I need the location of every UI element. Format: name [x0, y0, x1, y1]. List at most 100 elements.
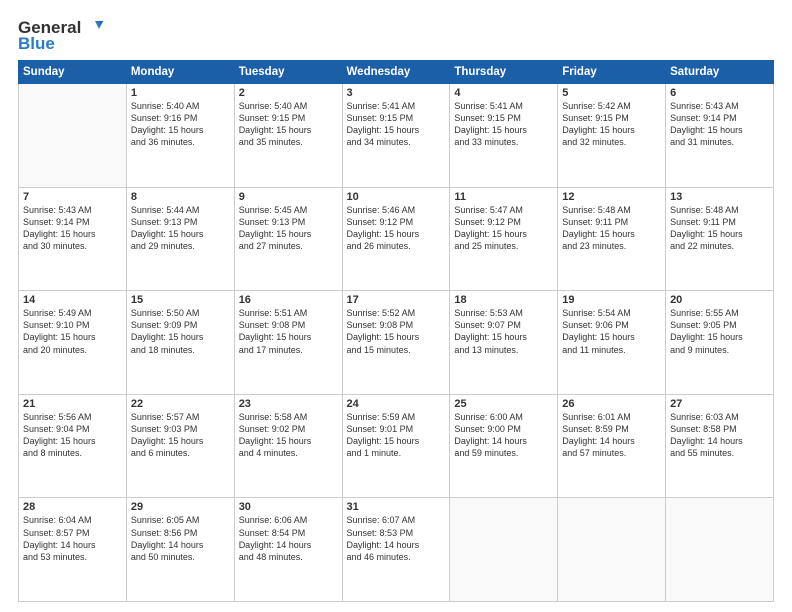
- weekday-header: Thursday: [450, 61, 558, 84]
- day-number: 2: [239, 87, 338, 99]
- cell-info: Sunrise: 5:53 AM Sunset: 9:07 PM Dayligh…: [454, 307, 553, 356]
- calendar-week-row: 1Sunrise: 5:40 AM Sunset: 9:16 PM Daylig…: [19, 84, 774, 188]
- day-number: 16: [239, 294, 338, 306]
- cell-info: Sunrise: 6:06 AM Sunset: 8:54 PM Dayligh…: [239, 514, 338, 563]
- day-number: 12: [562, 191, 661, 203]
- cell-info: Sunrise: 5:48 AM Sunset: 9:11 PM Dayligh…: [670, 204, 769, 253]
- calendar-cell: 13Sunrise: 5:48 AM Sunset: 9:11 PM Dayli…: [666, 187, 774, 291]
- day-number: 28: [23, 501, 122, 513]
- logo-bird-icon: [81, 19, 103, 37]
- cell-info: Sunrise: 5:40 AM Sunset: 9:15 PM Dayligh…: [239, 100, 338, 149]
- cell-info: Sunrise: 5:44 AM Sunset: 9:13 PM Dayligh…: [131, 204, 230, 253]
- cell-info: Sunrise: 6:00 AM Sunset: 9:00 PM Dayligh…: [454, 411, 553, 460]
- calendar-week-row: 21Sunrise: 5:56 AM Sunset: 9:04 PM Dayli…: [19, 394, 774, 498]
- day-number: 4: [454, 87, 553, 99]
- calendar-cell: 25Sunrise: 6:00 AM Sunset: 9:00 PM Dayli…: [450, 394, 558, 498]
- day-number: 1: [131, 87, 230, 99]
- cell-info: Sunrise: 6:01 AM Sunset: 8:59 PM Dayligh…: [562, 411, 661, 460]
- day-number: 25: [454, 398, 553, 410]
- day-number: 26: [562, 398, 661, 410]
- day-number: 24: [347, 398, 446, 410]
- calendar-cell: 31Sunrise: 6:07 AM Sunset: 8:53 PM Dayli…: [342, 498, 450, 602]
- cell-info: Sunrise: 5:59 AM Sunset: 9:01 PM Dayligh…: [347, 411, 446, 460]
- calendar-cell: 26Sunrise: 6:01 AM Sunset: 8:59 PM Dayli…: [558, 394, 666, 498]
- top-section: General Blue: [18, 14, 774, 54]
- calendar-cell: 24Sunrise: 5:59 AM Sunset: 9:01 PM Dayli…: [342, 394, 450, 498]
- cell-info: Sunrise: 6:07 AM Sunset: 8:53 PM Dayligh…: [347, 514, 446, 563]
- page: General Blue SundayMondayTuesdayWednesda…: [0, 0, 792, 612]
- cell-info: Sunrise: 5:52 AM Sunset: 9:08 PM Dayligh…: [347, 307, 446, 356]
- weekday-header: Sunday: [19, 61, 127, 84]
- calendar-cell: 23Sunrise: 5:58 AM Sunset: 9:02 PM Dayli…: [234, 394, 342, 498]
- calendar-cell: 19Sunrise: 5:54 AM Sunset: 9:06 PM Dayli…: [558, 291, 666, 395]
- day-number: 7: [23, 191, 122, 203]
- day-number: 29: [131, 501, 230, 513]
- header-row: SundayMondayTuesdayWednesdayThursdayFrid…: [19, 61, 774, 84]
- day-number: 13: [670, 191, 769, 203]
- day-number: 30: [239, 501, 338, 513]
- calendar-cell: 22Sunrise: 5:57 AM Sunset: 9:03 PM Dayli…: [126, 394, 234, 498]
- day-number: 17: [347, 294, 446, 306]
- calendar-cell: 21Sunrise: 5:56 AM Sunset: 9:04 PM Dayli…: [19, 394, 127, 498]
- calendar-cell: 16Sunrise: 5:51 AM Sunset: 9:08 PM Dayli…: [234, 291, 342, 395]
- day-number: 8: [131, 191, 230, 203]
- calendar-cell: [450, 498, 558, 602]
- day-number: 31: [347, 501, 446, 513]
- cell-info: Sunrise: 5:55 AM Sunset: 9:05 PM Dayligh…: [670, 307, 769, 356]
- cell-info: Sunrise: 5:51 AM Sunset: 9:08 PM Dayligh…: [239, 307, 338, 356]
- day-number: 19: [562, 294, 661, 306]
- calendar-cell: 20Sunrise: 5:55 AM Sunset: 9:05 PM Dayli…: [666, 291, 774, 395]
- cell-info: Sunrise: 6:04 AM Sunset: 8:57 PM Dayligh…: [23, 514, 122, 563]
- day-number: 3: [347, 87, 446, 99]
- cell-info: Sunrise: 5:41 AM Sunset: 9:15 PM Dayligh…: [347, 100, 446, 149]
- cell-info: Sunrise: 6:05 AM Sunset: 8:56 PM Dayligh…: [131, 514, 230, 563]
- calendar-cell: 9Sunrise: 5:45 AM Sunset: 9:13 PM Daylig…: [234, 187, 342, 291]
- day-number: 20: [670, 294, 769, 306]
- day-number: 5: [562, 87, 661, 99]
- day-number: 14: [23, 294, 122, 306]
- calendar-cell: 30Sunrise: 6:06 AM Sunset: 8:54 PM Dayli…: [234, 498, 342, 602]
- cell-info: Sunrise: 5:43 AM Sunset: 9:14 PM Dayligh…: [670, 100, 769, 149]
- day-number: 23: [239, 398, 338, 410]
- calendar-cell: 17Sunrise: 5:52 AM Sunset: 9:08 PM Dayli…: [342, 291, 450, 395]
- cell-info: Sunrise: 6:03 AM Sunset: 8:58 PM Dayligh…: [670, 411, 769, 460]
- logo-blue: Blue: [18, 34, 55, 54]
- calendar-week-row: 28Sunrise: 6:04 AM Sunset: 8:57 PM Dayli…: [19, 498, 774, 602]
- calendar-table: SundayMondayTuesdayWednesdayThursdayFrid…: [18, 60, 774, 602]
- weekday-header: Tuesday: [234, 61, 342, 84]
- day-number: 9: [239, 191, 338, 203]
- cell-info: Sunrise: 5:48 AM Sunset: 9:11 PM Dayligh…: [562, 204, 661, 253]
- calendar-cell: 10Sunrise: 5:46 AM Sunset: 9:12 PM Dayli…: [342, 187, 450, 291]
- calendar-cell: 28Sunrise: 6:04 AM Sunset: 8:57 PM Dayli…: [19, 498, 127, 602]
- day-number: 6: [670, 87, 769, 99]
- calendar-cell: 18Sunrise: 5:53 AM Sunset: 9:07 PM Dayli…: [450, 291, 558, 395]
- calendar-cell: [666, 498, 774, 602]
- cell-info: Sunrise: 5:50 AM Sunset: 9:09 PM Dayligh…: [131, 307, 230, 356]
- calendar-cell: 15Sunrise: 5:50 AM Sunset: 9:09 PM Dayli…: [126, 291, 234, 395]
- calendar-cell: 7Sunrise: 5:43 AM Sunset: 9:14 PM Daylig…: [19, 187, 127, 291]
- cell-info: Sunrise: 5:41 AM Sunset: 9:15 PM Dayligh…: [454, 100, 553, 149]
- day-number: 18: [454, 294, 553, 306]
- calendar-cell: [558, 498, 666, 602]
- cell-info: Sunrise: 5:47 AM Sunset: 9:12 PM Dayligh…: [454, 204, 553, 253]
- calendar-cell: [19, 84, 127, 188]
- cell-info: Sunrise: 5:45 AM Sunset: 9:13 PM Dayligh…: [239, 204, 338, 253]
- day-number: 10: [347, 191, 446, 203]
- calendar-cell: 5Sunrise: 5:42 AM Sunset: 9:15 PM Daylig…: [558, 84, 666, 188]
- cell-info: Sunrise: 5:42 AM Sunset: 9:15 PM Dayligh…: [562, 100, 661, 149]
- calendar-cell: 14Sunrise: 5:49 AM Sunset: 9:10 PM Dayli…: [19, 291, 127, 395]
- logo: General Blue: [18, 18, 103, 54]
- day-number: 15: [131, 294, 230, 306]
- calendar-cell: 27Sunrise: 6:03 AM Sunset: 8:58 PM Dayli…: [666, 394, 774, 498]
- cell-info: Sunrise: 5:56 AM Sunset: 9:04 PM Dayligh…: [23, 411, 122, 460]
- calendar-cell: 8Sunrise: 5:44 AM Sunset: 9:13 PM Daylig…: [126, 187, 234, 291]
- cell-info: Sunrise: 5:57 AM Sunset: 9:03 PM Dayligh…: [131, 411, 230, 460]
- day-number: 21: [23, 398, 122, 410]
- calendar-week-row: 7Sunrise: 5:43 AM Sunset: 9:14 PM Daylig…: [19, 187, 774, 291]
- weekday-header: Friday: [558, 61, 666, 84]
- calendar-cell: 29Sunrise: 6:05 AM Sunset: 8:56 PM Dayli…: [126, 498, 234, 602]
- cell-info: Sunrise: 5:54 AM Sunset: 9:06 PM Dayligh…: [562, 307, 661, 356]
- calendar-cell: 4Sunrise: 5:41 AM Sunset: 9:15 PM Daylig…: [450, 84, 558, 188]
- calendar-cell: 12Sunrise: 5:48 AM Sunset: 9:11 PM Dayli…: [558, 187, 666, 291]
- cell-info: Sunrise: 5:46 AM Sunset: 9:12 PM Dayligh…: [347, 204, 446, 253]
